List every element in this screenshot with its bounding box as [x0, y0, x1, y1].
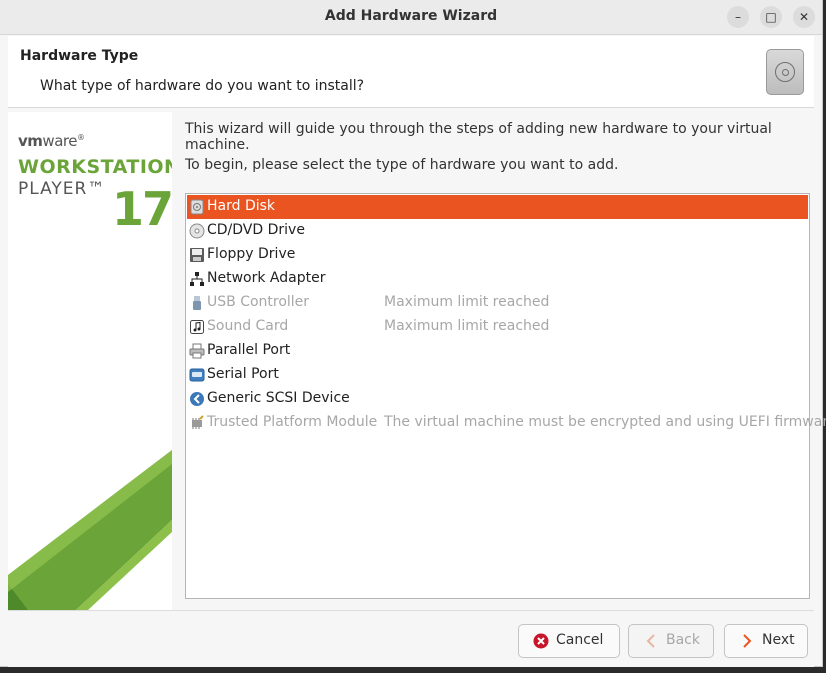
printer-icon — [189, 343, 205, 359]
list-item-serial-port[interactable]: Serial Port — [187, 363, 808, 387]
wizard-header: Hardware Type What type of hardware do y… — [8, 36, 814, 108]
page-title: Hardware Type — [20, 48, 139, 64]
close-icon: ✕ — [798, 10, 810, 24]
tpm-chip-icon — [192, 415, 204, 429]
maximize-button[interactable]: □ — [760, 6, 782, 28]
wizard-content: This wizard will guide you through the s… — [172, 112, 826, 610]
minimize-button[interactable]: – — [727, 6, 749, 28]
list-item-cd-dvd-drive[interactable]: CD/DVD Drive — [187, 219, 808, 243]
close-button[interactable]: ✕ — [793, 6, 815, 28]
intro-text: This wizard will guide you through the s… — [185, 121, 772, 153]
network-icon — [190, 272, 204, 286]
cancel-icon — [533, 633, 549, 649]
sound-card-icon — [190, 320, 204, 334]
next-button[interactable]: Next — [724, 624, 808, 658]
list-item-trusted-platform-module[interactable]: Trusted Platform Module The virtual mach… — [187, 411, 826, 435]
list-item-floppy-drive[interactable]: Floppy Drive — [187, 243, 808, 267]
floppy-icon — [190, 248, 204, 262]
prompt-text: To begin, please select the type of hard… — [185, 157, 619, 173]
maximize-icon: □ — [765, 10, 777, 24]
list-item-hard-disk[interactable]: Hard Disk — [187, 195, 808, 219]
usb-icon — [193, 296, 201, 310]
cancel-button[interactable]: Cancel — [518, 624, 620, 658]
list-item-network-adapter[interactable]: Network Adapter — [187, 267, 808, 291]
window-title: Add Hardware Wizard — [324, 8, 498, 24]
chevron-right-icon — [743, 634, 752, 648]
list-item-sound-card[interactable]: Sound Card Maximum limit reached — [187, 315, 808, 339]
title-bar[interactable]: Add Hardware Wizard – □ ✕ — [0, 0, 822, 35]
page-subtitle: What type of hardware do you want to ins… — [40, 78, 365, 94]
add-hardware-wizard-window: Add Hardware Wizard – □ ✕ Hardware Type … — [0, 0, 826, 667]
list-item-parallel-port[interactable]: Parallel Port — [187, 339, 808, 363]
branding-sidebar: vmware® WORKSTATION PLAYER™ 17 — [8, 112, 172, 610]
back-button[interactable]: Back — [628, 624, 714, 658]
hardware-type-list[interactable]: Hard Disk CD/DVD Drive Floppy Drive Netw… — [185, 193, 826, 599]
wizard-footer: Cancel Back Next — [8, 610, 814, 667]
scsi-icon — [190, 392, 204, 406]
serial-port-icon — [189, 368, 205, 382]
hard-disk-icon — [190, 199, 204, 215]
decorative-stripe — [8, 450, 172, 610]
cd-drive-icon — [766, 49, 804, 95]
list-item-generic-scsi-device[interactable]: Generic SCSI Device — [187, 387, 808, 411]
list-item-usb-controller[interactable]: USB Controller Maximum limit reached — [187, 291, 808, 315]
cd-dvd-icon — [189, 223, 205, 239]
minimize-icon: – — [735, 10, 741, 24]
chevron-left-icon — [646, 634, 655, 648]
